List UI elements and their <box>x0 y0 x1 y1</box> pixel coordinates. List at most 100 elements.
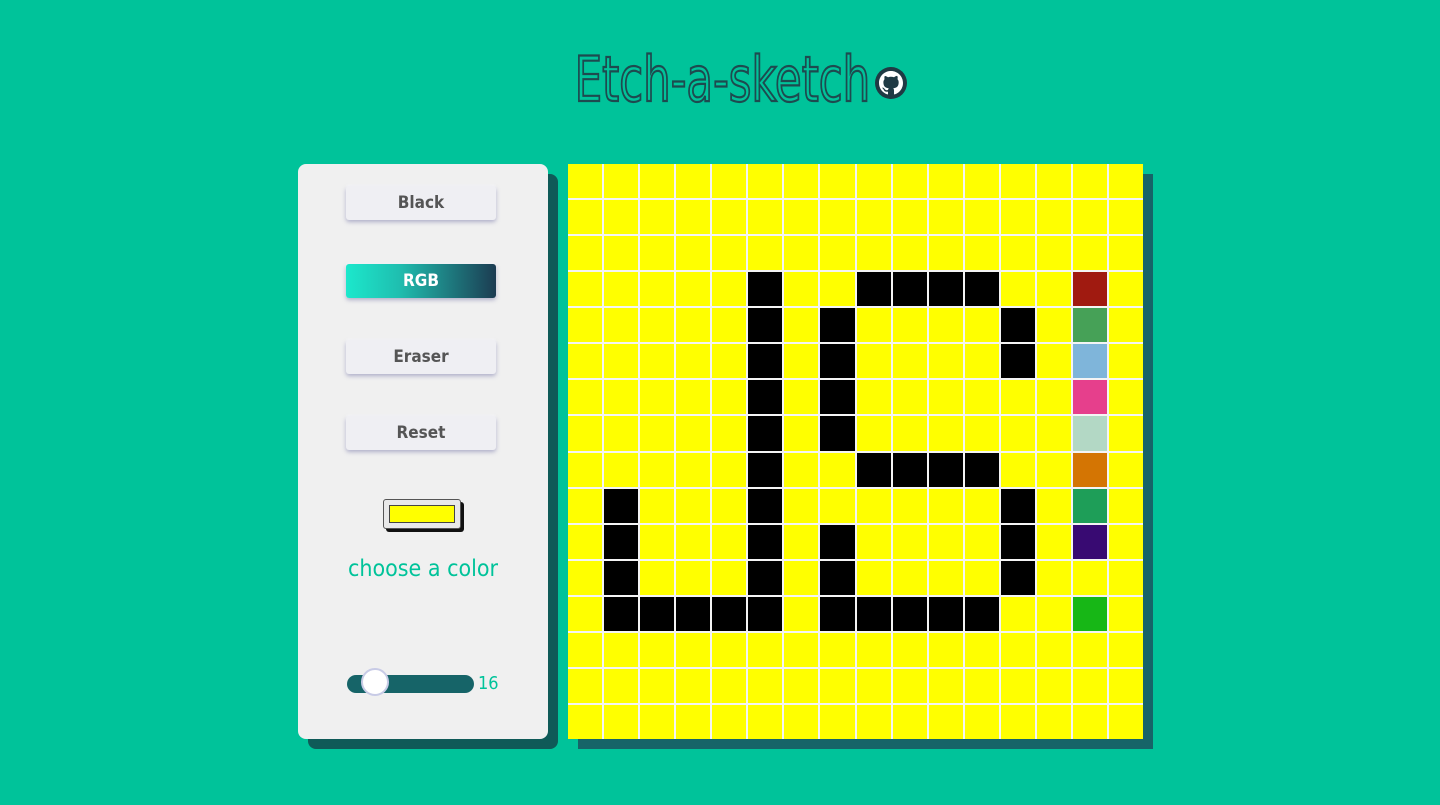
grid-cell[interactable] <box>892 200 927 235</box>
grid-cell[interactable] <box>712 164 747 199</box>
grid-cell[interactable] <box>928 488 963 523</box>
grid-cell[interactable] <box>1108 524 1143 559</box>
grid-cell[interactable] <box>748 560 783 595</box>
grid-cell[interactable] <box>1000 200 1035 235</box>
grid-cell[interactable] <box>964 164 999 199</box>
grid-cell[interactable] <box>1036 272 1071 307</box>
grid-cell[interactable] <box>1036 452 1071 487</box>
grid-cell[interactable] <box>748 524 783 559</box>
grid-cell[interactable] <box>568 704 603 739</box>
grid-cell[interactable] <box>604 704 639 739</box>
grid-cell[interactable] <box>712 596 747 631</box>
grid-cell[interactable] <box>820 344 855 379</box>
grid-cell[interactable] <box>928 380 963 415</box>
grid-cell[interactable] <box>928 236 963 271</box>
grid-cell[interactable] <box>712 380 747 415</box>
grid-cell[interactable] <box>676 236 711 271</box>
grid-cell[interactable] <box>712 704 747 739</box>
grid-cell[interactable] <box>1108 452 1143 487</box>
grid-cell[interactable] <box>820 308 855 343</box>
grid-cell[interactable] <box>604 416 639 451</box>
grid-cell[interactable] <box>604 524 639 559</box>
grid-cell[interactable] <box>820 200 855 235</box>
grid-cell[interactable] <box>1000 524 1035 559</box>
grid-cell[interactable] <box>964 380 999 415</box>
github-icon[interactable] <box>875 67 908 99</box>
grid-cell[interactable] <box>892 488 927 523</box>
grid-cell[interactable] <box>1000 272 1035 307</box>
grid-cell[interactable] <box>568 236 603 271</box>
grid-cell[interactable] <box>856 308 891 343</box>
grid-cell[interactable] <box>928 596 963 631</box>
grid-cell[interactable] <box>1000 236 1035 271</box>
grid-cell[interactable] <box>1036 200 1071 235</box>
grid-cell[interactable] <box>820 668 855 703</box>
grid-cell[interactable] <box>712 452 747 487</box>
grid-cell[interactable] <box>784 380 819 415</box>
grid-cell[interactable] <box>928 164 963 199</box>
grid-cell[interactable] <box>964 632 999 667</box>
grid-cell[interactable] <box>856 416 891 451</box>
grid-cell[interactable] <box>1072 344 1107 379</box>
grid-cell[interactable] <box>928 560 963 595</box>
grid-cell[interactable] <box>676 632 711 667</box>
grid-cell[interactable] <box>964 236 999 271</box>
grid-cell[interactable] <box>748 164 783 199</box>
grid-cell[interactable] <box>892 632 927 667</box>
grid-cell[interactable] <box>856 272 891 307</box>
grid-cell[interactable] <box>856 236 891 271</box>
grid-cell[interactable] <box>856 488 891 523</box>
grid-cell[interactable] <box>604 236 639 271</box>
grid-cell[interactable] <box>1072 272 1107 307</box>
grid-cell[interactable] <box>568 668 603 703</box>
grid-cell[interactable] <box>1108 560 1143 595</box>
grid-cell[interactable] <box>784 272 819 307</box>
grid-cell[interactable] <box>604 164 639 199</box>
grid-cell[interactable] <box>1000 632 1035 667</box>
grid-cell[interactable] <box>1108 164 1143 199</box>
grid-cell[interactable] <box>748 272 783 307</box>
grid-cell[interactable] <box>712 344 747 379</box>
grid-cell[interactable] <box>676 668 711 703</box>
grid-cell[interactable] <box>856 164 891 199</box>
grid-cell[interactable] <box>748 704 783 739</box>
grid-cell[interactable] <box>964 452 999 487</box>
grid-cell[interactable] <box>676 596 711 631</box>
grid-cell[interactable] <box>1072 704 1107 739</box>
grid-cell[interactable] <box>640 524 675 559</box>
color-picker[interactable] <box>383 499 461 529</box>
grid-cell[interactable] <box>748 380 783 415</box>
grid-cell[interactable] <box>1108 488 1143 523</box>
grid-cell[interactable] <box>1000 416 1035 451</box>
grid-cell[interactable] <box>568 416 603 451</box>
grid-cell[interactable] <box>964 560 999 595</box>
grid-cell[interactable] <box>676 380 711 415</box>
grid-cell[interactable] <box>712 668 747 703</box>
grid-cell[interactable] <box>928 704 963 739</box>
grid-cell[interactable] <box>604 596 639 631</box>
grid-cell[interactable] <box>928 524 963 559</box>
grid-cell[interactable] <box>1000 668 1035 703</box>
grid-cell[interactable] <box>856 596 891 631</box>
grid-cell[interactable] <box>568 344 603 379</box>
grid-cell[interactable] <box>820 632 855 667</box>
grid-cell[interactable] <box>748 344 783 379</box>
grid-cell[interactable] <box>568 596 603 631</box>
grid-cell[interactable] <box>1072 488 1107 523</box>
grid-cell[interactable] <box>1108 704 1143 739</box>
grid-cell[interactable] <box>1000 488 1035 523</box>
grid-cell[interactable] <box>604 452 639 487</box>
grid-cell[interactable] <box>712 560 747 595</box>
rgb-button[interactable]: RGB <box>346 264 496 298</box>
grid-cell[interactable] <box>1036 344 1071 379</box>
grid-cell[interactable] <box>640 308 675 343</box>
black-button[interactable]: Black <box>346 186 496 220</box>
grid-cell[interactable] <box>856 524 891 559</box>
grid-cell[interactable] <box>1108 344 1143 379</box>
grid-cell[interactable] <box>1000 452 1035 487</box>
grid-cell[interactable] <box>1072 200 1107 235</box>
grid-cell[interactable] <box>1036 380 1071 415</box>
grid-cell[interactable] <box>784 668 819 703</box>
grid-cell[interactable] <box>1072 308 1107 343</box>
grid-cell[interactable] <box>784 488 819 523</box>
